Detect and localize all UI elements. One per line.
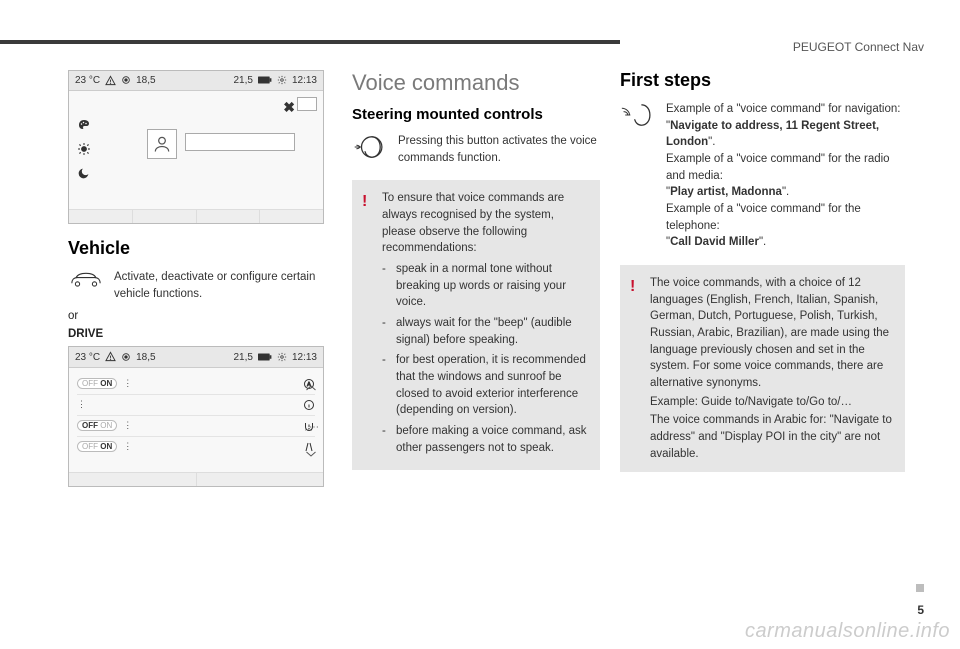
section-title-voice: Voice commands xyxy=(352,70,600,96)
screenshot-footer xyxy=(69,472,323,486)
profile-icon[interactable] xyxy=(147,129,177,159)
status-bar: 23 °C 18,5 21,5 12:13 xyxy=(69,347,323,367)
screenshot-settings: 23 °C 18,5 21,5 12:13 ✖ xyxy=(68,70,324,224)
battery-icon xyxy=(258,75,272,86)
moon-icon[interactable] xyxy=(77,166,91,180)
status-val-b: 21,5 xyxy=(234,352,253,363)
vehicle-description: Activate, deactivate or configure certai… xyxy=(114,269,328,302)
page-corner: 5 xyxy=(916,583,924,619)
target-icon xyxy=(121,352,131,363)
section-title-vehicle: Vehicle xyxy=(68,238,328,259)
note-text: The voice commands in Arabic for: "Navig… xyxy=(650,412,895,462)
watermark: carmanualsonline.info xyxy=(745,620,950,643)
voice-icon xyxy=(352,133,388,166)
note-bullet: before making a voice command, ask other… xyxy=(382,423,590,456)
brightness-icon[interactable] xyxy=(77,141,91,156)
drive-label: DRIVE xyxy=(68,328,328,340)
status-temp: 23 °C xyxy=(75,352,100,363)
note-recommendations: ! To ensure that voice commands are alwa… xyxy=(352,180,600,470)
toggle-row[interactable]: OFF ON ⋮ A xyxy=(77,374,315,395)
screenshot-drive: 23 °C 18,5 21,5 12:13 xyxy=(68,346,324,486)
note-bullet: speak in a normal tone without breaking … xyxy=(382,261,590,311)
header-brand: PEUGEOT Connect Nav xyxy=(793,40,924,54)
status-time: 12:13 xyxy=(292,75,317,86)
chevron-up-icon[interactable] xyxy=(305,382,317,394)
note-intro: To ensure that voice commands are always… xyxy=(382,190,590,257)
alert-icon: ! xyxy=(630,275,635,298)
toggle-row[interactable]: OFF ON ⋮ xyxy=(77,416,315,437)
gear-icon xyxy=(277,352,287,363)
section-title-first-steps: First steps xyxy=(620,70,905,91)
note-bullet: for best operation, it is recommended th… xyxy=(382,352,590,419)
status-temp: 23 °C xyxy=(75,75,100,86)
examples-block: Example of a "voice command" for navigat… xyxy=(666,101,905,251)
palette-icon[interactable] xyxy=(77,117,91,131)
page-marker-icon xyxy=(916,584,924,592)
note-text: Example: Guide to/Navigate to/Go to/… xyxy=(650,394,895,411)
car-icon xyxy=(68,269,104,302)
target-icon xyxy=(121,75,131,86)
warning-icon xyxy=(105,75,116,86)
note-bullet: always wait for the "beep" (audible sign… xyxy=(382,315,590,348)
voice-wave-icon xyxy=(620,101,656,251)
voice-button-description: Pressing this button activates the voice… xyxy=(398,133,600,166)
more-icon[interactable]: ⋯ xyxy=(309,422,319,433)
chevron-down-icon[interactable] xyxy=(305,448,317,460)
toggle-row[interactable]: ⋮ xyxy=(77,395,315,416)
top-rule xyxy=(0,40,620,44)
note-text: The voice commands, with a choice of 12 … xyxy=(650,275,895,392)
screenshot-footer xyxy=(69,209,323,223)
toggle-row[interactable]: OFF ON ⋮ xyxy=(77,437,315,457)
status-time: 12:13 xyxy=(292,352,317,363)
status-val-b: 21,5 xyxy=(234,75,253,86)
page-number: 5 xyxy=(917,603,924,617)
note-languages: ! The voice commands, with a choice of 1… xyxy=(620,265,905,472)
subsection-title-steering: Steering mounted controls xyxy=(352,106,600,123)
status-val-a: 18,5 xyxy=(136,75,155,86)
profile-name-field[interactable] xyxy=(185,133,295,151)
status-val-a: 18,5 xyxy=(136,352,155,363)
warning-icon xyxy=(105,351,116,362)
alert-icon: ! xyxy=(362,190,367,213)
or-label: or xyxy=(68,310,328,322)
close-icon[interactable]: ✖ xyxy=(283,99,295,116)
gear-icon xyxy=(277,75,287,86)
battery-icon xyxy=(258,352,272,363)
search-field[interactable] xyxy=(297,97,317,111)
status-bar: 23 °C 18,5 21,5 12:13 xyxy=(69,71,323,91)
